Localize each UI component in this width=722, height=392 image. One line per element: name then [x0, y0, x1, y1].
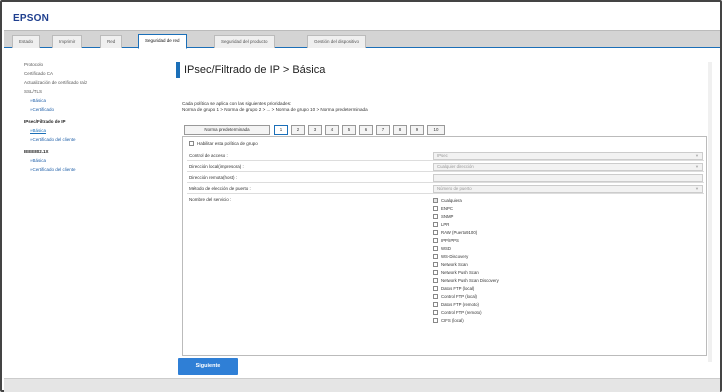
service-checkbox[interactable]	[433, 294, 438, 299]
service-checkbox[interactable]	[433, 270, 438, 275]
sidebar-item-ssl-certificado[interactable]: »Certificado	[30, 107, 54, 112]
port-method-value: Número de puerto	[437, 186, 472, 191]
header-bar: EPSON	[4, 4, 720, 30]
policy-tab-8[interactable]: 8	[393, 125, 407, 135]
page-title: IPsec/Filtrado de IP > Básica	[184, 64, 326, 76]
scrollbar[interactable]	[708, 62, 712, 362]
tab-seguridad-de-red[interactable]: Seguridad de red	[138, 34, 187, 49]
service-checkbox[interactable]	[433, 310, 438, 315]
access-control-label: Control de acceso :	[189, 153, 228, 158]
service-label: IPP/IPPS	[441, 238, 459, 243]
enable-policy-label: Habilitar esta política de grupo	[197, 141, 258, 146]
local-address-select[interactable]: Cualquier dirección ▼	[433, 163, 703, 171]
service-checkbox[interactable]	[433, 302, 438, 307]
service-checkbox[interactable]	[433, 318, 438, 323]
sidebar-item-ssl-tls[interactable]: SSL/TLS	[24, 89, 42, 94]
access-control-value: IPsec	[437, 153, 448, 158]
policy-tab-3[interactable]: 3	[308, 125, 322, 135]
row-remote-address: Dirección remota(host) :	[187, 173, 704, 183]
browser-frame: EPSON Estado Imprimir Red Seguridad de r…	[0, 0, 722, 392]
service-checkbox[interactable]	[433, 238, 438, 243]
chevron-down-icon: ▼	[695, 164, 699, 169]
sidebar-item-certificado-ca[interactable]: Certificado CA	[24, 71, 53, 76]
service-label: Datos FTP (local)	[441, 286, 475, 291]
main-tab-bar: Estado Imprimir Red Seguridad de red Seg…	[4, 30, 720, 49]
service-label: ENPC	[441, 206, 453, 211]
service-checkbox[interactable]	[433, 198, 438, 203]
service-checkbox[interactable]	[433, 214, 438, 219]
policy-tab-9[interactable]: 9	[410, 125, 424, 135]
port-method-select[interactable]: Número de puerto ▼	[433, 185, 703, 193]
service-label: Control FTP (local)	[441, 294, 477, 299]
service-label: SNMP	[441, 214, 454, 219]
port-method-label: Método de elección de puerto :	[189, 186, 251, 191]
service-checkbox[interactable]	[433, 206, 438, 211]
policy-tab-5[interactable]: 5	[342, 125, 356, 135]
main-content: IPsec/Filtrado de IP > Básica Cada polít…	[172, 56, 712, 356]
service-checkbox[interactable]	[433, 262, 438, 267]
service-label: Datos FTP (remoto)	[441, 302, 479, 307]
service-label: Network Scan	[441, 262, 468, 267]
service-label: WSD	[441, 246, 452, 251]
epson-logo: EPSON	[13, 13, 50, 24]
title-accent-bar	[176, 62, 180, 78]
policy-tab-2[interactable]: 2	[291, 125, 305, 135]
priority-info-line1: Cada política se aplica con las siguient…	[182, 101, 292, 106]
tab-imprimir[interactable]: Imprimir	[52, 35, 83, 48]
service-checkbox[interactable]	[433, 230, 438, 235]
enable-policy-checkbox[interactable]	[189, 141, 194, 146]
policy-tab-1[interactable]: 1	[274, 125, 288, 135]
priority-info-line2: Norma de grupo 1 > Norma de grupo 2 > ..…	[182, 107, 368, 112]
remote-address-input[interactable]	[433, 174, 703, 182]
service-checkbox[interactable]	[433, 246, 438, 251]
service-name-label: Nombre del servicio :	[189, 197, 232, 202]
sidebar-item-ipsec[interactable]: IPsec/Filtrado de IP	[24, 119, 66, 124]
sidebar-item-actualizacion-certificado-raiz[interactable]: Actualización de certificado raíz	[24, 80, 87, 85]
service-checkbox[interactable]	[433, 286, 438, 291]
service-checkbox[interactable]	[433, 222, 438, 227]
service-label: Cualquiera	[441, 198, 462, 203]
tab-seguridad-del-producto[interactable]: Seguridad del producto	[214, 35, 275, 48]
policy-tab-10[interactable]: 10	[427, 125, 445, 135]
sidebar-item-ipsec-basica[interactable]: »Básica	[30, 128, 46, 133]
row-port-method: Método de elección de puerto : Número de…	[187, 184, 704, 194]
service-label: CIFS (local)	[441, 318, 464, 323]
service-label: LPR	[441, 222, 450, 227]
service-checkbox[interactable]	[433, 254, 438, 259]
service-label: Network Push Scan Discovery	[441, 278, 499, 283]
service-label: WS-Discovery	[441, 254, 469, 259]
remote-address-label: Dirección remota(host) :	[189, 175, 238, 180]
policy-tab-4[interactable]: 4	[325, 125, 339, 135]
sidebar-item-ieee-certificado-cliente[interactable]: »Certificado del cliente	[30, 167, 76, 172]
service-label: RAW (Puerto9100)	[441, 230, 478, 235]
tab-gestion-del-dispositivo[interactable]: Gestión del dispositivo	[307, 35, 367, 48]
chevron-down-icon: ▼	[695, 153, 699, 158]
service-checkbox[interactable]	[433, 278, 438, 283]
tab-red[interactable]: Red	[100, 35, 123, 48]
row-access-control: Control de acceso : IPsec ▼	[187, 151, 704, 161]
policy-tab-default[interactable]: Norma predeterminada	[184, 125, 270, 135]
sidebar-item-ieee-basica[interactable]: »Básica	[30, 158, 46, 163]
chevron-down-icon: ▼	[695, 186, 699, 191]
sidebar-item-ipsec-certificado-cliente[interactable]: »Certificado del cliente	[30, 137, 76, 142]
access-control-select[interactable]: IPsec ▼	[433, 152, 703, 160]
service-label: Control FTP (remoto)	[441, 310, 482, 315]
policy-panel: Habilitar esta política de grupo Control…	[182, 136, 707, 356]
policy-tab-6[interactable]: 6	[359, 125, 373, 135]
local-address-value: Cualquier dirección	[437, 164, 474, 169]
sidebar-item-ssl-basica[interactable]: »Básica	[30, 98, 46, 103]
sidebar-item-protocolo[interactable]: Protocolo	[24, 62, 43, 67]
row-local-address: Dirección local(impresora) : Cualquier d…	[187, 162, 704, 172]
bottom-strip	[4, 378, 720, 392]
tab-estado[interactable]: Estado	[12, 35, 41, 48]
next-button[interactable]: Siguiente	[178, 358, 238, 375]
policy-tab-7[interactable]: 7	[376, 125, 390, 135]
local-address-label: Dirección local(impresora) :	[189, 164, 244, 169]
sidebar-item-ieee8021x[interactable]: IEEE802.1X	[24, 149, 49, 154]
row-service-name: Nombre del servicio : Cualquiera ENPC SN…	[187, 195, 704, 355]
service-label: Network Push Scan	[441, 270, 479, 275]
